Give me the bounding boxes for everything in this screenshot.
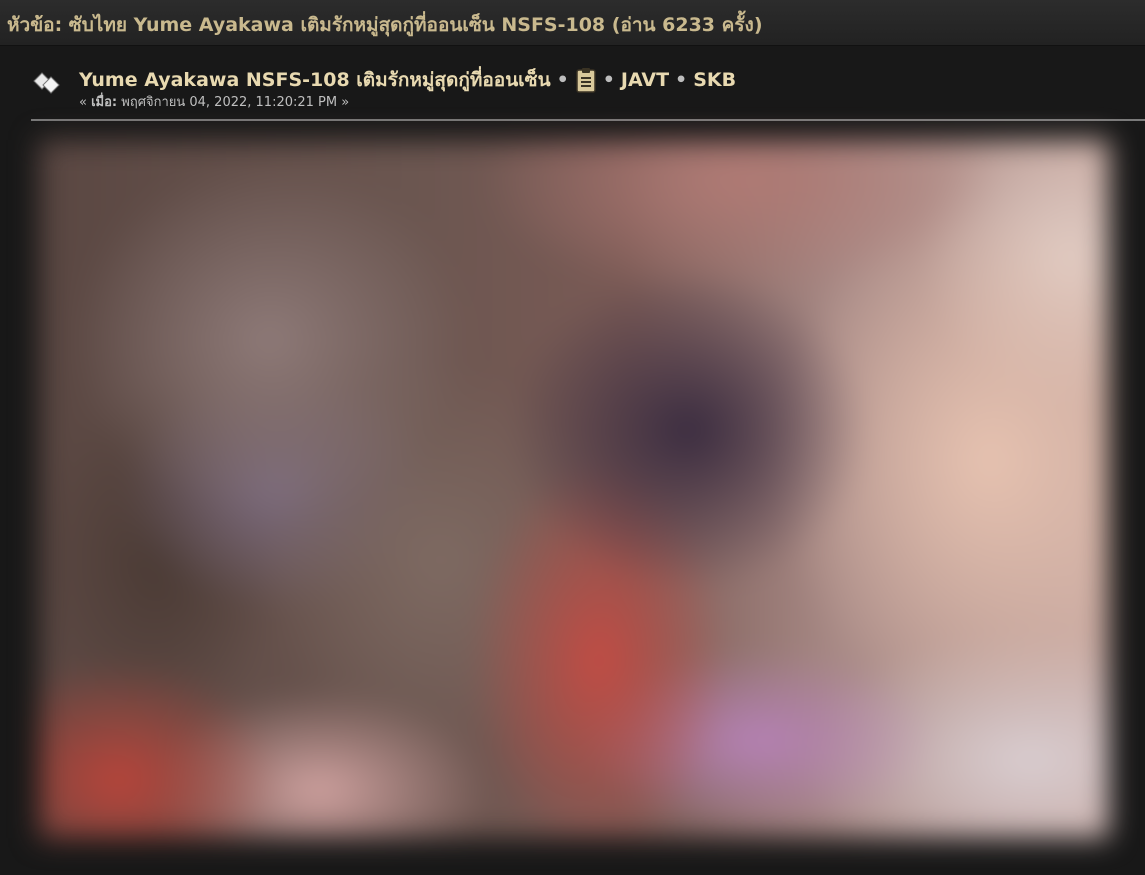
separator: • (675, 69, 688, 91)
topic-header: หัวข้อ: ซับไทย Yume Ayakawa เติมรักหมู่ส… (0, 0, 1145, 46)
date-value: พฤศจิกายน 04, 2022, 11:20:21 PM » (117, 95, 350, 110)
topic-title: หัวข้อ: ซับไทย Yume Ayakawa เติมรักหมู่ส… (7, 14, 763, 36)
board-link-javt[interactable]: JAVT (621, 69, 669, 91)
blurred-post-image (39, 140, 1109, 838)
date-prefix: « (79, 95, 92, 110)
date-label: เมื่อ: (91, 95, 118, 110)
post-container: Yume Ayakawa NSFS-108 เติมรักหมู่สุดกู่ท… (0, 46, 1145, 875)
clipboard-icon[interactable] (575, 67, 597, 93)
post-divider (31, 119, 1145, 121)
post-xx-icon (33, 72, 60, 94)
separator: • (556, 69, 569, 91)
board-link-skb[interactable]: SKB (693, 69, 736, 91)
separator: • (602, 69, 615, 91)
post-date: « เมื่อ: พฤศจิกายน 04, 2022, 11:20:21 PM… (79, 91, 349, 112)
